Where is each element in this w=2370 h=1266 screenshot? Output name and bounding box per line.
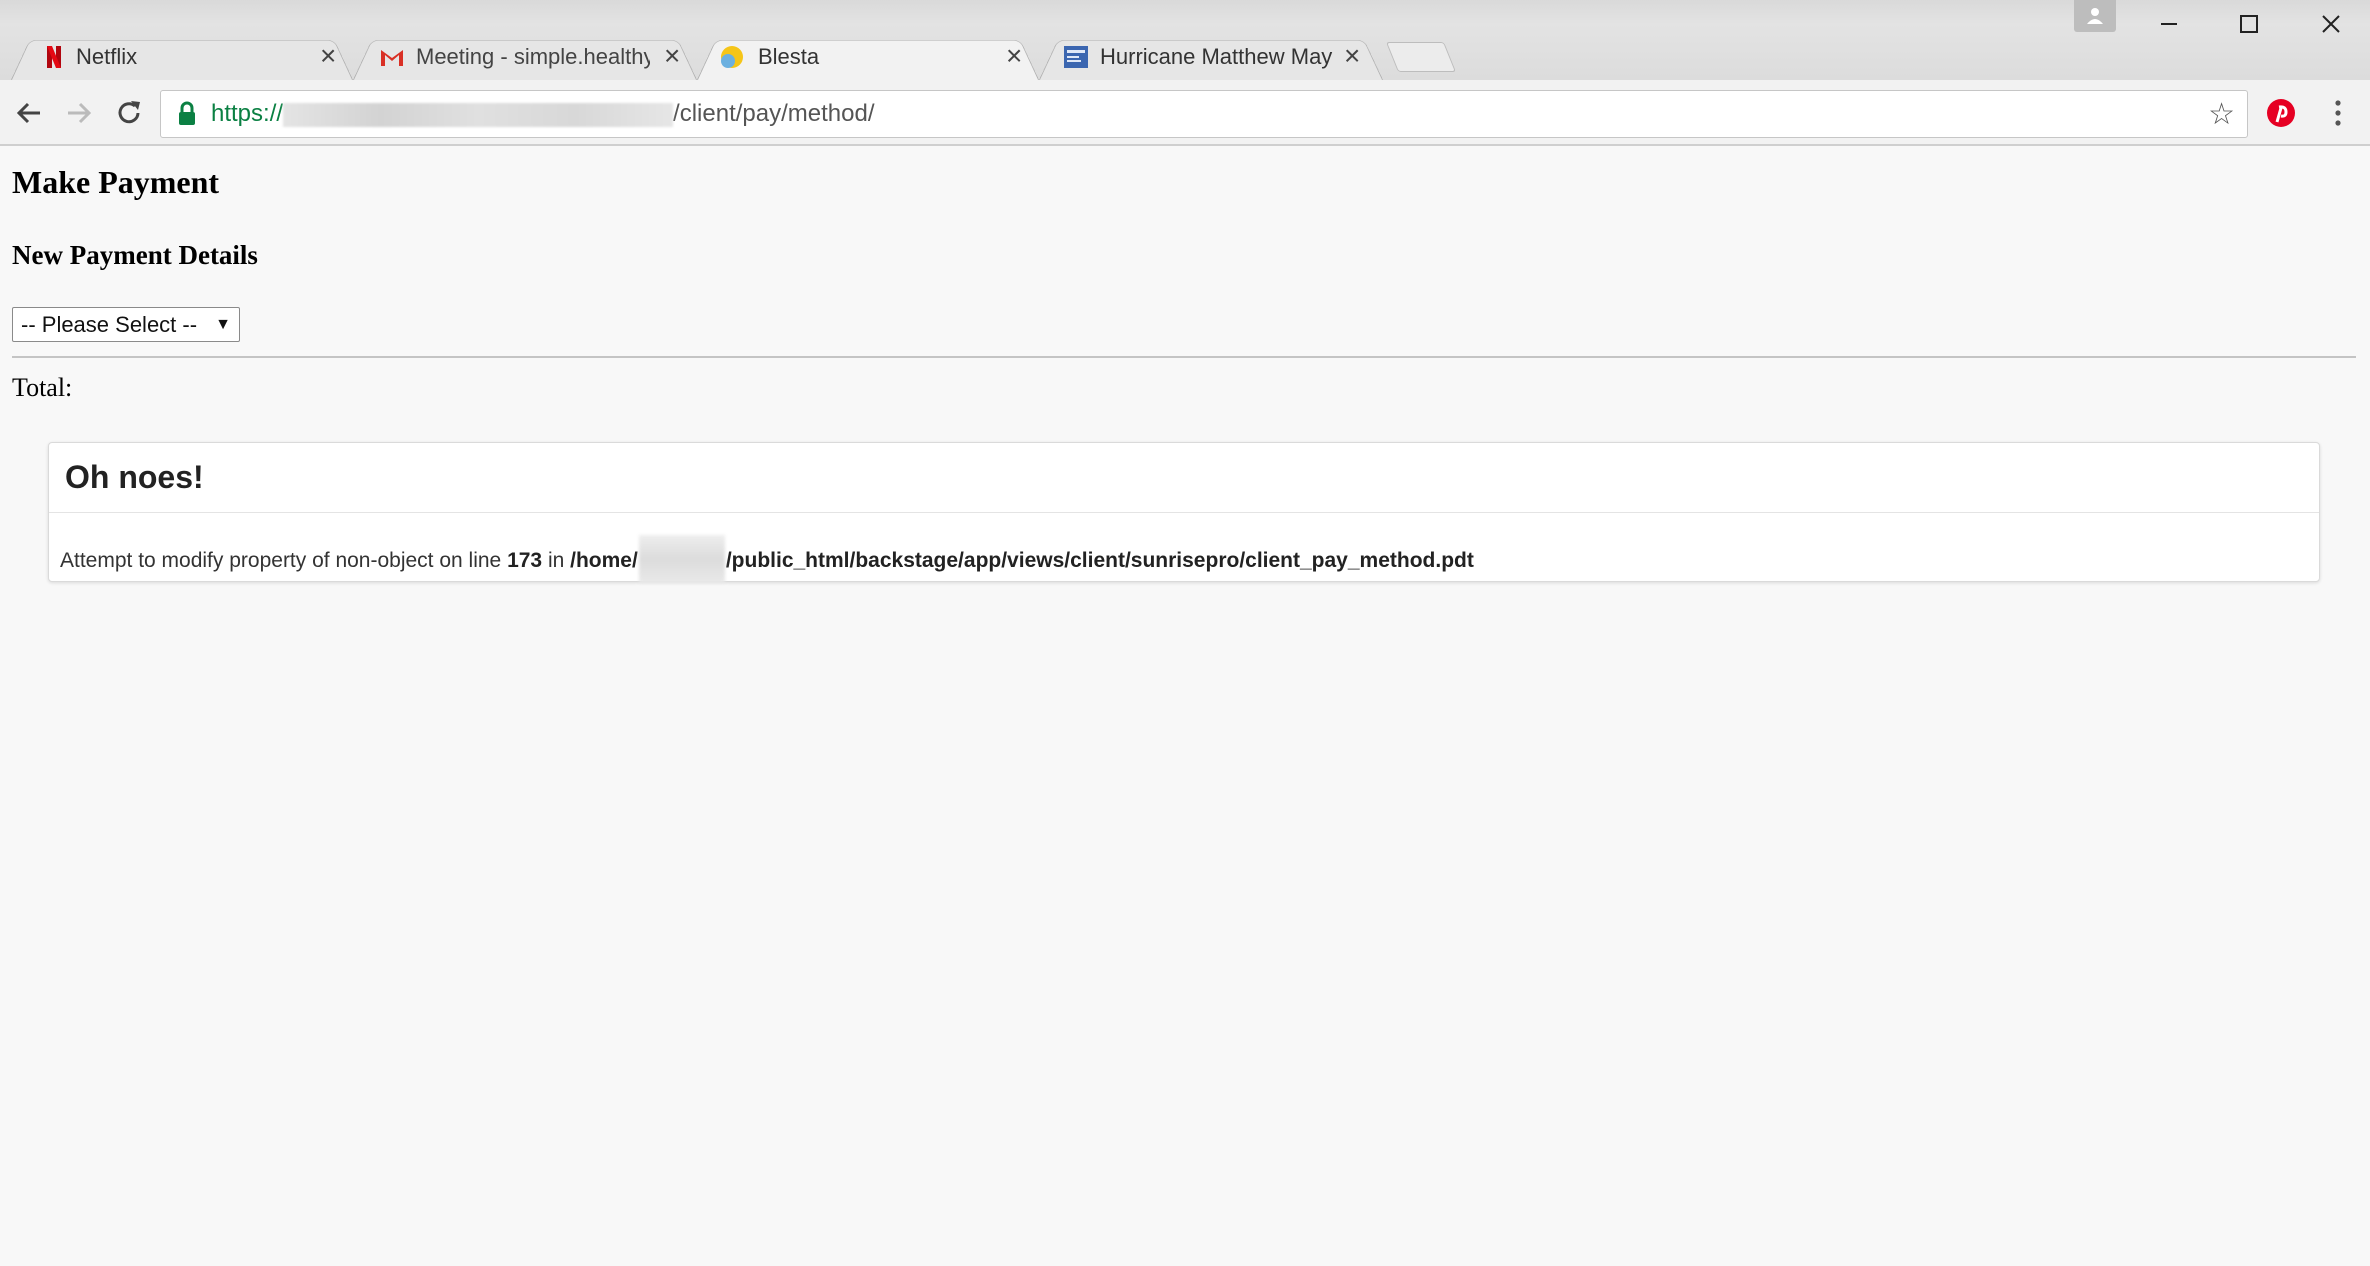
page-title: Make Payment <box>12 164 220 200</box>
arrow-right-icon <box>68 102 92 124</box>
gmail-icon <box>381 50 403 66</box>
forward-button[interactable] <box>56 90 102 136</box>
url-path: /client/pay/method/ <box>673 100 875 127</box>
menu-button[interactable] <box>2328 96 2348 130</box>
url-scheme: https:// <box>211 100 284 127</box>
close-window-button[interactable] <box>2292 0 2370 48</box>
page-content: Make Payment New Payment Details -- Plea… <box>0 148 2370 1266</box>
arrow-left-icon <box>16 102 40 124</box>
error-text: Attempt to modify property of non-object… <box>60 549 508 572</box>
maximize-button[interactable] <box>2210 0 2288 48</box>
close-icon <box>2322 15 2340 33</box>
error-header: Oh noes! <box>49 443 2319 513</box>
payment-method-select[interactable]: -- Please Select -- ▼ <box>12 307 240 342</box>
reload-button[interactable] <box>106 90 152 136</box>
tab-title: Netflix <box>76 44 138 69</box>
blesta-icon <box>721 46 743 68</box>
more-vertical-icon <box>2335 100 2341 126</box>
reload-icon <box>118 101 140 124</box>
back-button[interactable] <box>6 90 52 136</box>
error-text-in: in <box>542 549 571 572</box>
new-tab-button[interactable] <box>1385 42 1457 72</box>
error-line-number: 173 <box>507 549 543 572</box>
tab-netflix[interactable]: Netflix × <box>10 32 354 82</box>
tab-title: Meeting - simple.healthy <box>416 44 650 69</box>
error-path-end: /public_html/backstage/app/views/client/… <box>725 549 1474 572</box>
news-icon <box>1064 46 1088 68</box>
redacted-domain <box>283 102 674 127</box>
divider <box>12 356 2356 358</box>
tab-close-icon[interactable]: × <box>664 40 680 72</box>
minimize-icon <box>2161 23 2177 25</box>
tab-blesta[interactable]: Blesta × <box>696 32 1040 82</box>
tab-news[interactable]: Hurricane Matthew May × <box>1038 32 1384 82</box>
dropdown-arrow-icon: ▼ <box>215 315 231 333</box>
tab-title: Blesta <box>758 44 820 69</box>
redacted-username <box>638 535 725 583</box>
person-icon <box>2087 8 2103 24</box>
bookmark-star-icon[interactable]: ☆ <box>2208 97 2235 132</box>
maximize-icon <box>2240 15 2258 33</box>
netflix-icon <box>47 46 61 68</box>
error-panel: Oh noes! Attempt to modify property of n… <box>48 442 2320 583</box>
browser-toolbar: https:// /client/pay/method/ ☆ <box>0 80 2370 146</box>
error-message: Attempt to modify property of non-object… <box>60 535 1474 583</box>
error-path-start: /home/ <box>570 549 638 572</box>
lock-icon <box>179 101 195 125</box>
section-heading: New Payment Details <box>12 240 258 270</box>
address-url: https:// /client/pay/method/ <box>211 100 875 128</box>
tab-close-icon[interactable]: × <box>1006 40 1022 72</box>
pinterest-extension-button[interactable] <box>2266 98 2296 133</box>
tab-close-icon[interactable]: × <box>1344 40 1360 72</box>
minimize-button[interactable] <box>2130 0 2208 48</box>
profile-button[interactable] <box>2074 0 2116 32</box>
address-bar[interactable]: https:// /client/pay/method/ ☆ <box>160 90 2248 138</box>
select-value: -- Please Select -- <box>21 311 198 337</box>
tab-close-icon[interactable]: × <box>320 40 336 72</box>
tab-title: Hurricane Matthew May <box>1100 44 1333 69</box>
browser-titlebar: Netflix × Meeting - simple.healthy × Ble… <box>0 0 2370 82</box>
pinterest-icon <box>2267 99 2295 127</box>
total-label: Total: <box>12 373 73 402</box>
error-title: Oh noes! <box>65 459 204 495</box>
tab-gmail[interactable]: Meeting - simple.healthy × <box>352 32 698 82</box>
